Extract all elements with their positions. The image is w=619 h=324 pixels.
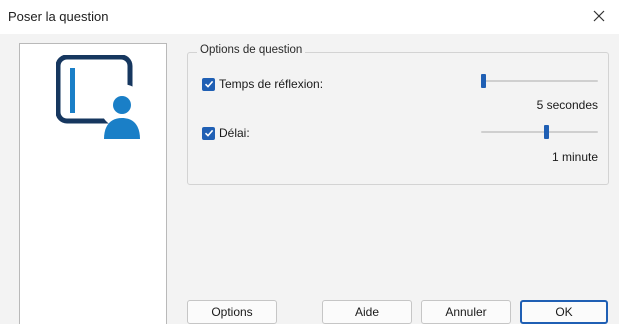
delay-slider[interactable]	[481, 125, 598, 139]
think-time-slider[interactable]	[481, 74, 598, 88]
options-button[interactable]: Options	[187, 300, 277, 324]
checkbox-checked-icon	[202, 77, 215, 91]
think-time-value: 5 secondes	[536, 98, 598, 112]
close-button[interactable]	[585, 2, 613, 30]
window-title: Poser la question	[8, 9, 109, 24]
slider-track	[481, 80, 598, 82]
cancel-button[interactable]: Annuler	[421, 300, 511, 324]
delay-label: Délai:	[219, 126, 250, 140]
question-person-icon	[56, 55, 144, 139]
ok-button[interactable]: OK	[520, 300, 608, 324]
delay-checkbox[interactable]: Délai:	[202, 126, 250, 140]
slider-thumb[interactable]	[481, 74, 486, 88]
illustration-panel	[19, 43, 167, 324]
help-button[interactable]: Aide	[322, 300, 412, 324]
slider-track	[481, 131, 598, 133]
close-icon	[593, 10, 605, 22]
think-time-label: Temps de réflexion:	[219, 77, 324, 91]
options-group	[187, 52, 609, 185]
dialog-window: Poser la question Options de question Te…	[0, 0, 619, 324]
delay-value: 1 minute	[551, 150, 598, 164]
think-time-checkbox[interactable]: Temps de réflexion:	[202, 77, 323, 91]
title-bar: Poser la question	[0, 0, 619, 34]
checkbox-checked-icon	[202, 126, 215, 140]
slider-thumb[interactable]	[544, 125, 549, 139]
options-group-legend: Options de question	[197, 44, 306, 56]
